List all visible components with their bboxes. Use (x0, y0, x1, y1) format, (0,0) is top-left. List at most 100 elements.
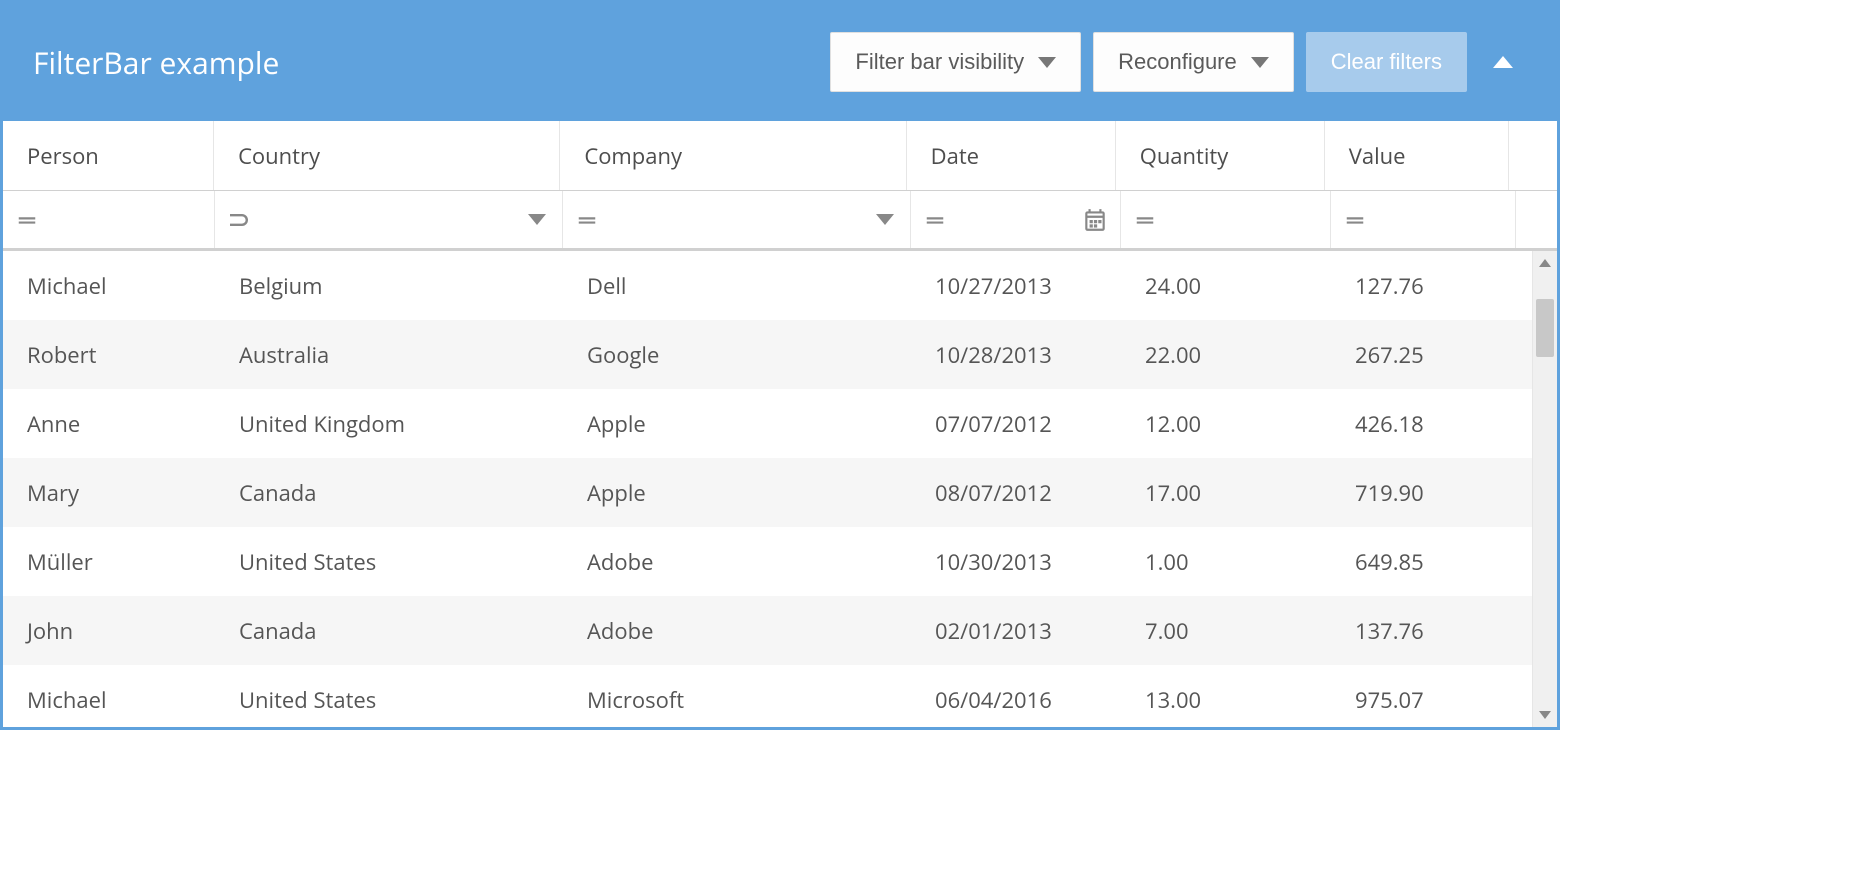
cell-person: Müller (3, 547, 215, 577)
column-header-value[interactable]: Value (1325, 121, 1509, 190)
contains-operator-icon[interactable] (225, 206, 253, 234)
cell-country: Canada (215, 478, 563, 508)
filter-input-value[interactable] (1375, 202, 1505, 238)
column-header-quantity[interactable]: Quantity (1116, 121, 1325, 190)
table-row[interactable]: JohnCanadaAdobe02/01/20137.00137.76 (3, 596, 1532, 665)
filter-cell-spacer (1516, 191, 1541, 248)
grid-rows: MichaelBelgiumDell10/27/201324.00127.76R… (3, 251, 1532, 727)
cell-quantity: 22.00 (1121, 340, 1331, 370)
column-header-label: Person (27, 141, 99, 171)
table-row[interactable]: MichaelBelgiumDell10/27/201324.00127.76 (3, 251, 1532, 320)
triangle-down-icon (1539, 711, 1551, 719)
clear-filters-button[interactable]: Clear filters (1306, 32, 1467, 92)
cell-company: Google (563, 340, 911, 370)
cell-date: 10/27/2013 (911, 271, 1121, 301)
column-header-label: Company (584, 141, 682, 171)
cell-person: Robert (3, 340, 215, 370)
scroll-up-button[interactable] (1533, 251, 1557, 275)
chevron-down-icon (876, 214, 894, 225)
collapse-panel-button[interactable] (1479, 38, 1527, 86)
cell-quantity: 7.00 (1121, 616, 1331, 646)
filter-dropdown-trigger[interactable] (870, 205, 900, 235)
filter-cell-person (3, 191, 215, 248)
chevron-down-icon (1038, 57, 1056, 68)
scroll-track[interactable] (1533, 275, 1557, 703)
cell-value: 267.25 (1331, 340, 1516, 370)
table-row[interactable]: MichaelUnited StatesMicrosoft06/04/20161… (3, 665, 1532, 727)
chevron-down-icon (528, 214, 546, 225)
filter-cell-company (563, 191, 911, 248)
cell-quantity: 24.00 (1121, 271, 1331, 301)
cell-company: Adobe (563, 616, 911, 646)
column-header-person[interactable]: Person (3, 121, 214, 190)
cell-company: Apple (563, 478, 911, 508)
filter-bar-visibility-button[interactable]: Filter bar visibility (830, 32, 1081, 92)
cell-value: 426.18 (1331, 409, 1516, 439)
column-header-label: Date (931, 141, 979, 171)
column-header-spacer (1509, 121, 1557, 190)
filter-cell-country (215, 191, 563, 248)
cell-country: Australia (215, 340, 563, 370)
cell-company: Dell (563, 271, 911, 301)
grid-body: MichaelBelgiumDell10/27/201324.00127.76R… (3, 251, 1557, 727)
filter-input-person[interactable] (47, 202, 204, 238)
table-row[interactable]: MaryCanadaApple08/07/201217.00719.90 (3, 458, 1532, 527)
filter-input-company[interactable] (607, 202, 864, 238)
cell-quantity: 12.00 (1121, 409, 1331, 439)
filter-cell-value (1331, 191, 1516, 248)
cell-value: 719.90 (1331, 478, 1516, 508)
scroll-down-button[interactable] (1533, 703, 1557, 727)
cell-country: United States (215, 685, 563, 715)
filter-dropdown-trigger[interactable] (522, 205, 552, 235)
header-tools: Filter bar visibility Reconfigure Clear … (830, 32, 1527, 92)
chevron-up-icon (1493, 56, 1513, 68)
equals-operator-icon[interactable] (573, 206, 601, 234)
scroll-thumb[interactable] (1536, 299, 1554, 357)
reconfigure-button[interactable]: Reconfigure (1093, 32, 1294, 92)
cell-quantity: 1.00 (1121, 547, 1331, 577)
column-header-label: Country (238, 141, 320, 171)
filter-row (3, 191, 1557, 251)
filterbar-panel: FilterBar example Filter bar visibility … (0, 0, 1560, 730)
filter-input-country[interactable] (259, 202, 516, 238)
column-header-country[interactable]: Country (214, 121, 560, 190)
column-header-label: Value (1349, 141, 1406, 171)
cell-person: Michael (3, 685, 215, 715)
filter-input-date[interactable] (955, 202, 1074, 238)
table-row[interactable]: AnneUnited KingdomApple07/07/201212.0042… (3, 389, 1532, 458)
column-header-date[interactable]: Date (907, 121, 1116, 190)
cell-company: Microsoft (563, 685, 911, 715)
calendar-icon[interactable] (1080, 205, 1110, 235)
triangle-up-icon (1539, 259, 1551, 267)
cell-date: 07/07/2012 (911, 409, 1121, 439)
cell-country: Belgium (215, 271, 563, 301)
cell-country: United States (215, 547, 563, 577)
vertical-scrollbar[interactable] (1532, 251, 1557, 727)
panel-title: FilterBar example (33, 42, 830, 83)
grid-header-row: Person Country Company Date Quantity Val… (3, 121, 1557, 191)
filter-cell-date (911, 191, 1121, 248)
panel-header: FilterBar example Filter bar visibility … (3, 3, 1557, 121)
equals-operator-icon[interactable] (1131, 206, 1159, 234)
cell-date: 10/28/2013 (911, 340, 1121, 370)
table-row[interactable]: MüllerUnited StatesAdobe10/30/20131.0064… (3, 527, 1532, 596)
column-header-company[interactable]: Company (560, 121, 906, 190)
filter-cell-quantity (1121, 191, 1331, 248)
table-row[interactable]: RobertAustraliaGoogle10/28/201322.00267.… (3, 320, 1532, 389)
cell-person: John (3, 616, 215, 646)
filter-input-quantity[interactable] (1165, 202, 1320, 238)
clear-filters-label: Clear filters (1331, 49, 1442, 75)
reconfigure-label: Reconfigure (1118, 49, 1237, 75)
cell-date: 02/01/2013 (911, 616, 1121, 646)
cell-quantity: 13.00 (1121, 685, 1331, 715)
equals-operator-icon[interactable] (1341, 206, 1369, 234)
chevron-down-icon (1251, 57, 1269, 68)
cell-quantity: 17.00 (1121, 478, 1331, 508)
cell-date: 06/04/2016 (911, 685, 1121, 715)
cell-person: Anne (3, 409, 215, 439)
equals-operator-icon[interactable] (13, 206, 41, 234)
cell-date: 10/30/2013 (911, 547, 1121, 577)
equals-operator-icon[interactable] (921, 206, 949, 234)
cell-person: Michael (3, 271, 215, 301)
cell-date: 08/07/2012 (911, 478, 1121, 508)
